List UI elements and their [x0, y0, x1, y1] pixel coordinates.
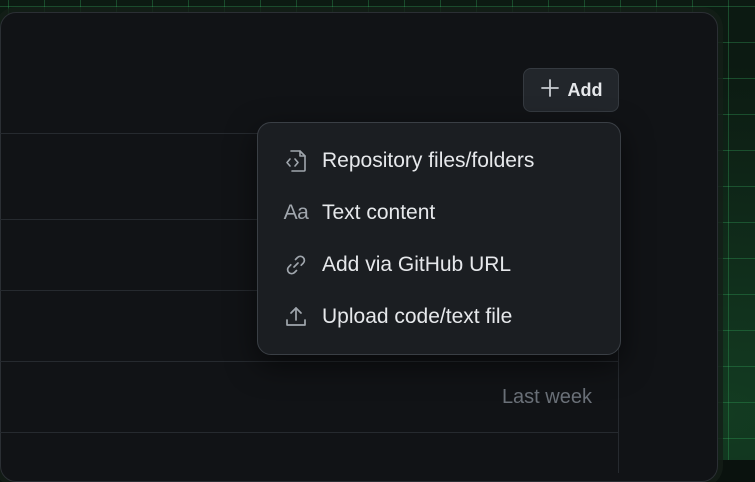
add-button-label: Add	[567, 79, 603, 100]
menu-item-github-url[interactable]: Add via GitHub URL	[258, 239, 620, 291]
link-icon	[282, 251, 310, 279]
menu-item-label: Text content	[322, 201, 436, 224]
add-button[interactable]: Add	[523, 68, 619, 112]
menu-item-text-content[interactable]: Aa Text content	[258, 187, 620, 239]
file-code-icon	[282, 147, 310, 175]
typography-icon-glyph: Aa	[283, 201, 309, 224]
menu-item-label: Upload code/text file	[322, 305, 513, 328]
add-dropdown-menu: Repository files/folders Aa Text content…	[257, 122, 621, 355]
menu-item-label: Repository files/folders	[322, 149, 535, 172]
menu-item-label: Add via GitHub URL	[322, 253, 512, 276]
plus-icon	[540, 78, 560, 103]
upload-icon	[282, 303, 310, 331]
row-timestamp: Last week	[501, 386, 592, 408]
menu-item-upload-file[interactable]: Upload code/text file	[258, 291, 620, 343]
typography-icon: Aa	[282, 199, 310, 227]
menu-item-repository-files[interactable]: Repository files/folders	[258, 135, 620, 187]
